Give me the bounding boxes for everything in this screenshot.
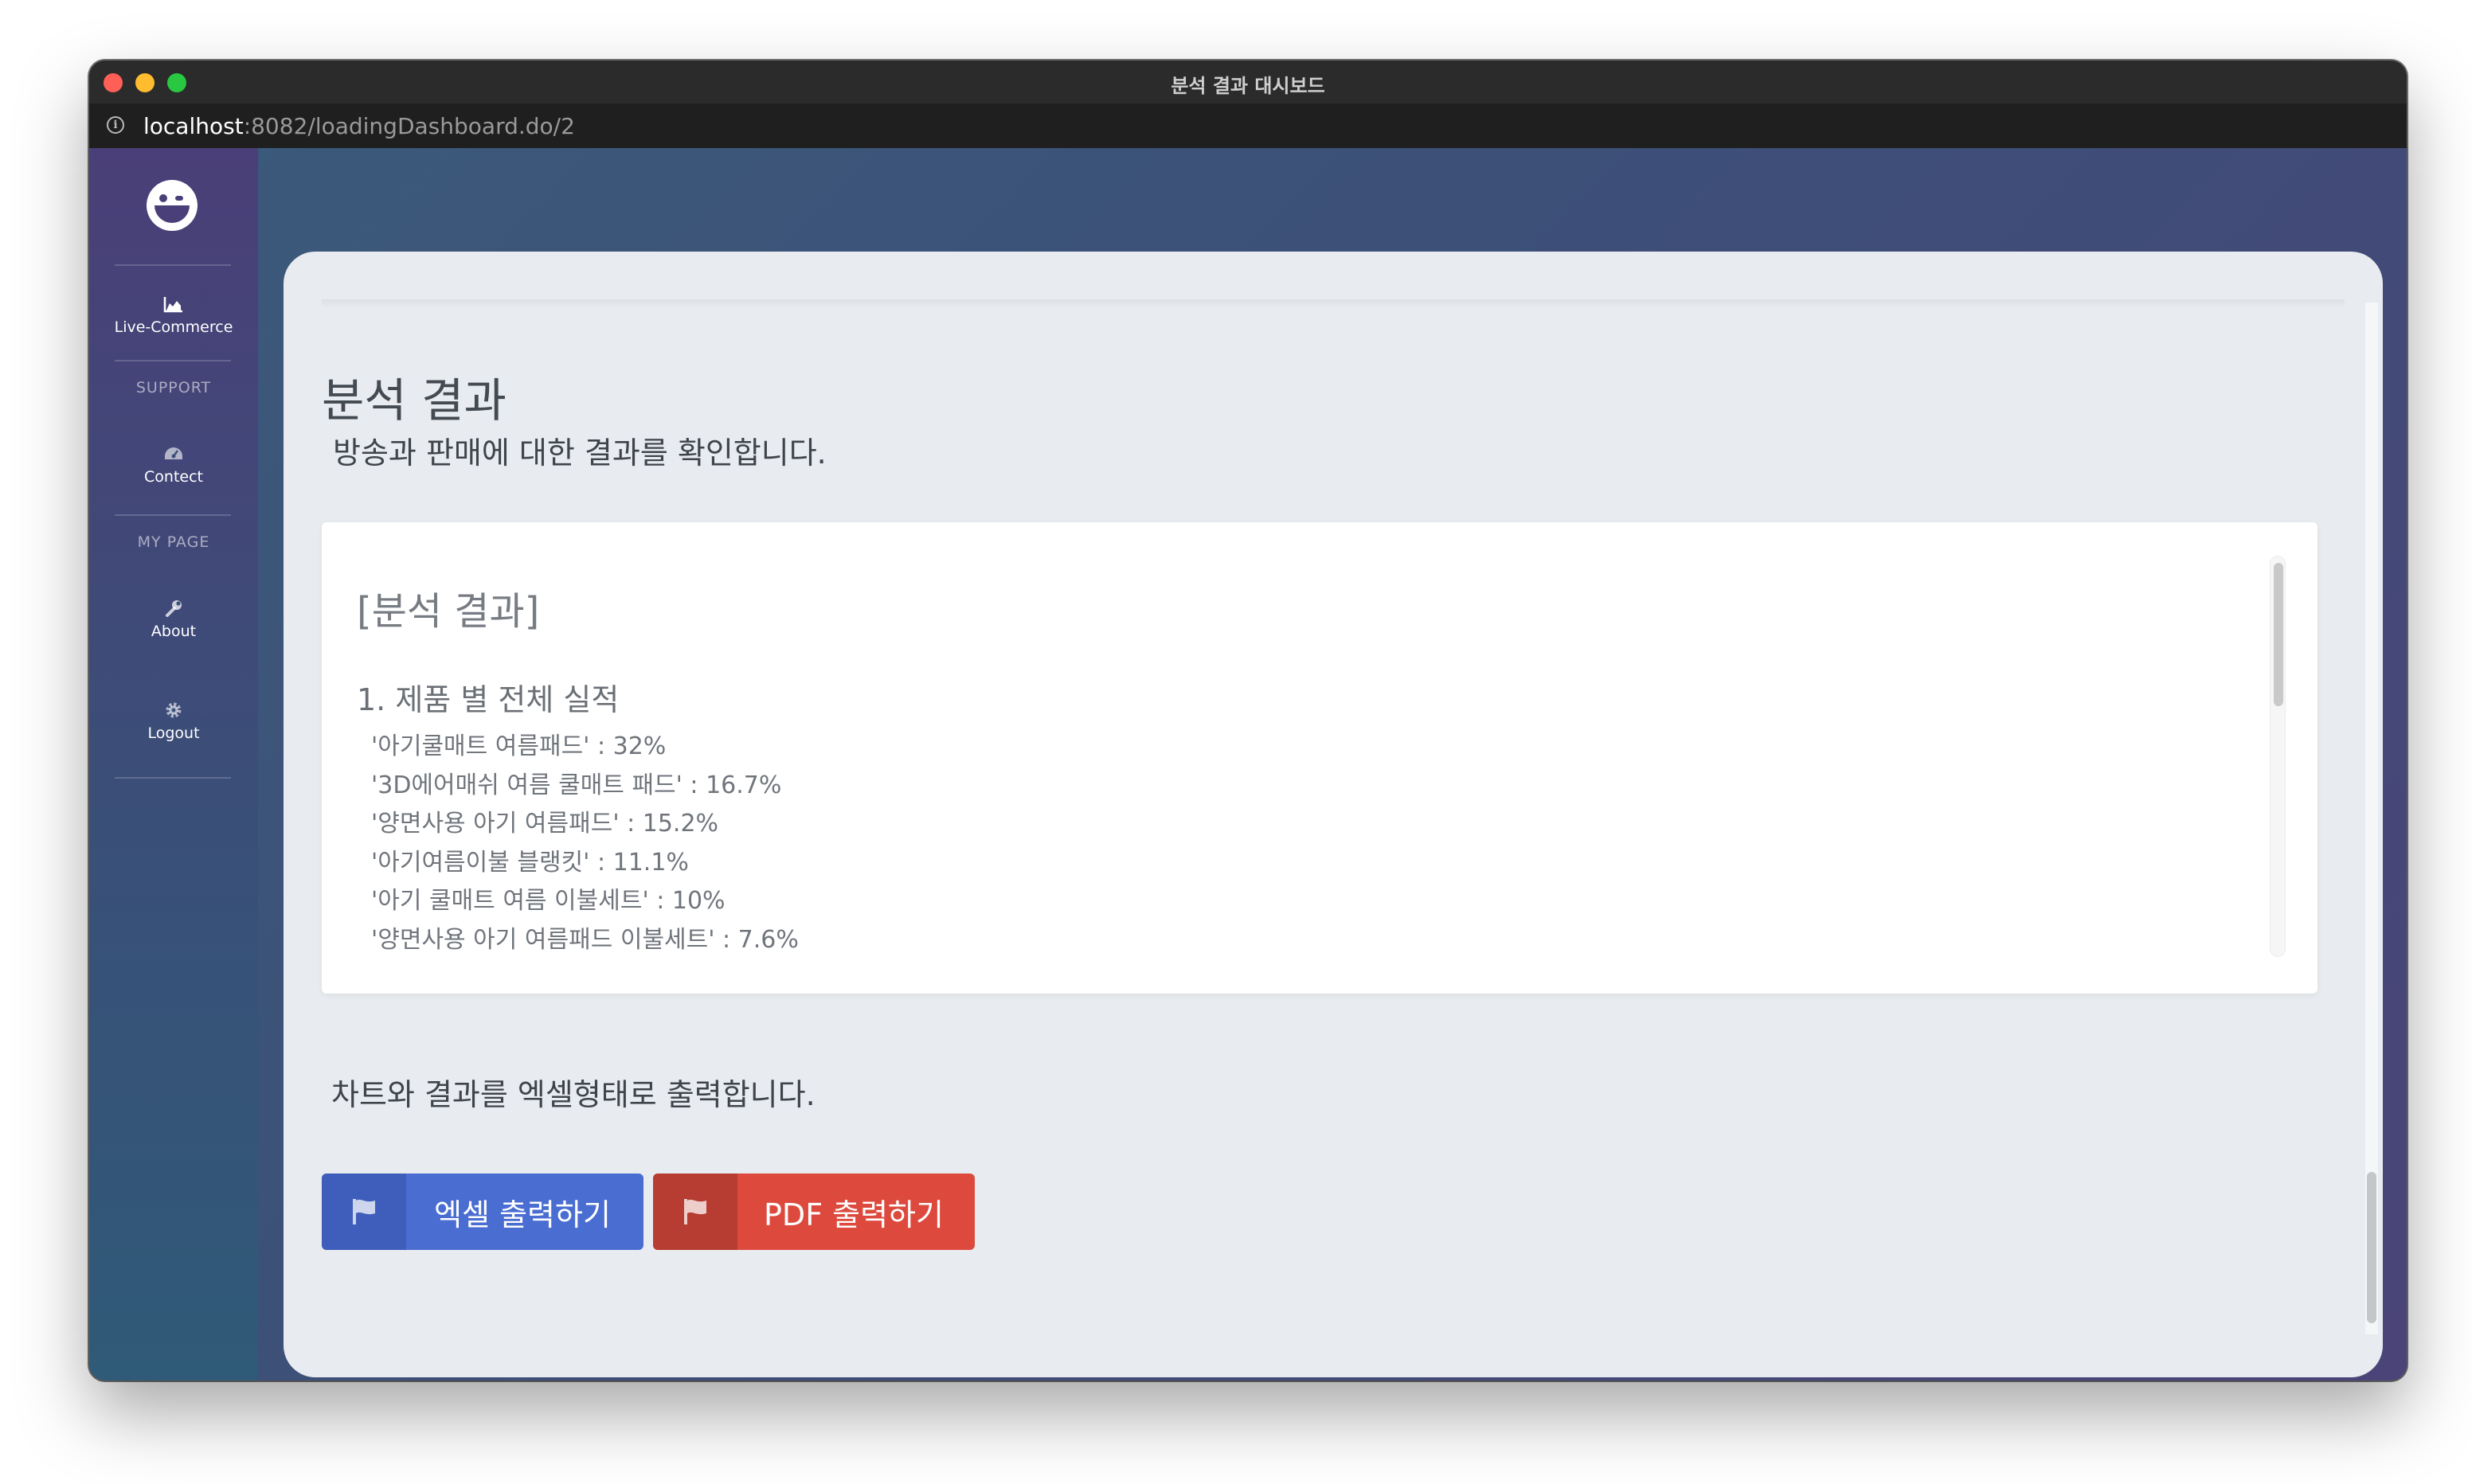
url-text[interactable]: localhost:8082/loadingDashboard.do/2 (143, 113, 575, 139)
sidebar-item-contect[interactable]: Contect (89, 444, 258, 486)
sidebar-item-logout[interactable]: Logout (89, 701, 258, 742)
excel-export-button[interactable]: 엑셀 출력하기 (322, 1174, 643, 1250)
result-title: [분석 결과] (357, 589, 540, 634)
sidebar-item-about[interactable]: About (89, 599, 258, 640)
section-label-support: SUPPORT (135, 379, 212, 396)
flag-icon (684, 1199, 706, 1224)
excel-export-label: 엑셀 출력하기 (434, 1197, 611, 1232)
result-scrollbar-thumb[interactable] (2274, 563, 2283, 706)
result-line: '양면사용 아기 여름패드 이불세트' : 7.6% (371, 925, 799, 954)
sidebar-item-label: Contect (144, 468, 203, 486)
app-area: Live-Commerce SUPPORT Contect MY PAGE Ab… (89, 148, 2407, 1381)
page-subtitle: 방송과 판매에 대한 결과를 확인합니다. (333, 435, 827, 471)
page-title: 분석 결과 (322, 373, 507, 428)
flag-icon (353, 1199, 375, 1224)
dashboard-gauge-icon (165, 447, 182, 459)
gear-icon (166, 702, 182, 718)
address-bar[interactable]: i localhost:8082/loadingDashboard.do/2 (89, 103, 2407, 149)
pdf-export-label: PDF 출력하기 (764, 1197, 944, 1232)
sidebar-divider (115, 777, 231, 779)
result-line: '아기여름이불 블랭킷' : 11.1% (371, 848, 689, 877)
sidebar-item-label: Logout (147, 724, 200, 742)
title-bar: 분석 결과 대시보드 (89, 61, 2407, 104)
info-icon[interactable]: i (107, 116, 124, 134)
result-list: '아기쿨매트 여름패드' : 32% '3D에어매쉬 여름 쿨매트 패드' : … (371, 728, 799, 959)
result-line: '아기 쿨매트 여름 이불세트' : 10% (371, 887, 726, 915)
window-title: 분석 결과 대시보드 (1171, 75, 1325, 97)
page-scrollbar-thumb[interactable] (2367, 1172, 2376, 1323)
sidebar-divider (115, 264, 231, 266)
sidebar-item-live-commerce[interactable]: Live-Commerce (89, 295, 258, 336)
result-line: '양면사용 아기 여름패드' : 15.2% (371, 810, 719, 838)
sidebar: Live-Commerce SUPPORT Contect MY PAGE Ab… (89, 148, 258, 1381)
area-chart-icon (163, 297, 182, 313)
export-description: 차트와 결과를 엑셀형태로 출력합니다. (331, 1077, 816, 1112)
sidebar-item-label: Live-Commerce (114, 318, 233, 336)
pdf-export-button[interactable]: PDF 출력하기 (653, 1174, 975, 1250)
result-scrollbar-track[interactable] (2270, 556, 2286, 957)
logo-icon[interactable] (147, 180, 198, 231)
url-host: localhost (143, 113, 244, 139)
sidebar-item-label: About (151, 623, 197, 640)
sidebar-divider (115, 360, 231, 361)
sidebar-divider (115, 514, 231, 516)
wrench-icon (166, 600, 182, 617)
section-label-mypage: MY PAGE (137, 533, 210, 551)
result-line: '아기쿨매트 여름패드' : 32% (371, 732, 667, 760)
analysis-result-box[interactable]: [분석 결과] 1. 제품 별 전체 실적 '아기쿨매트 여름패드' : 32%… (322, 522, 2318, 994)
browser-window: 분석 결과 대시보드 i localhost:8082/loadingDashb… (89, 61, 2407, 1381)
result-section-heading: 1. 제품 별 전체 실적 (357, 682, 620, 717)
result-line: '3D에어매쉬 여름 쿨매트 패드' : 16.7% (371, 771, 782, 799)
main-card: 분석 결과 방송과 판매에 대한 결과를 확인합니다. [분석 결과] 1. 제… (284, 252, 2383, 1377)
url-path: :8082/loadingDashboard.do/2 (243, 113, 575, 139)
